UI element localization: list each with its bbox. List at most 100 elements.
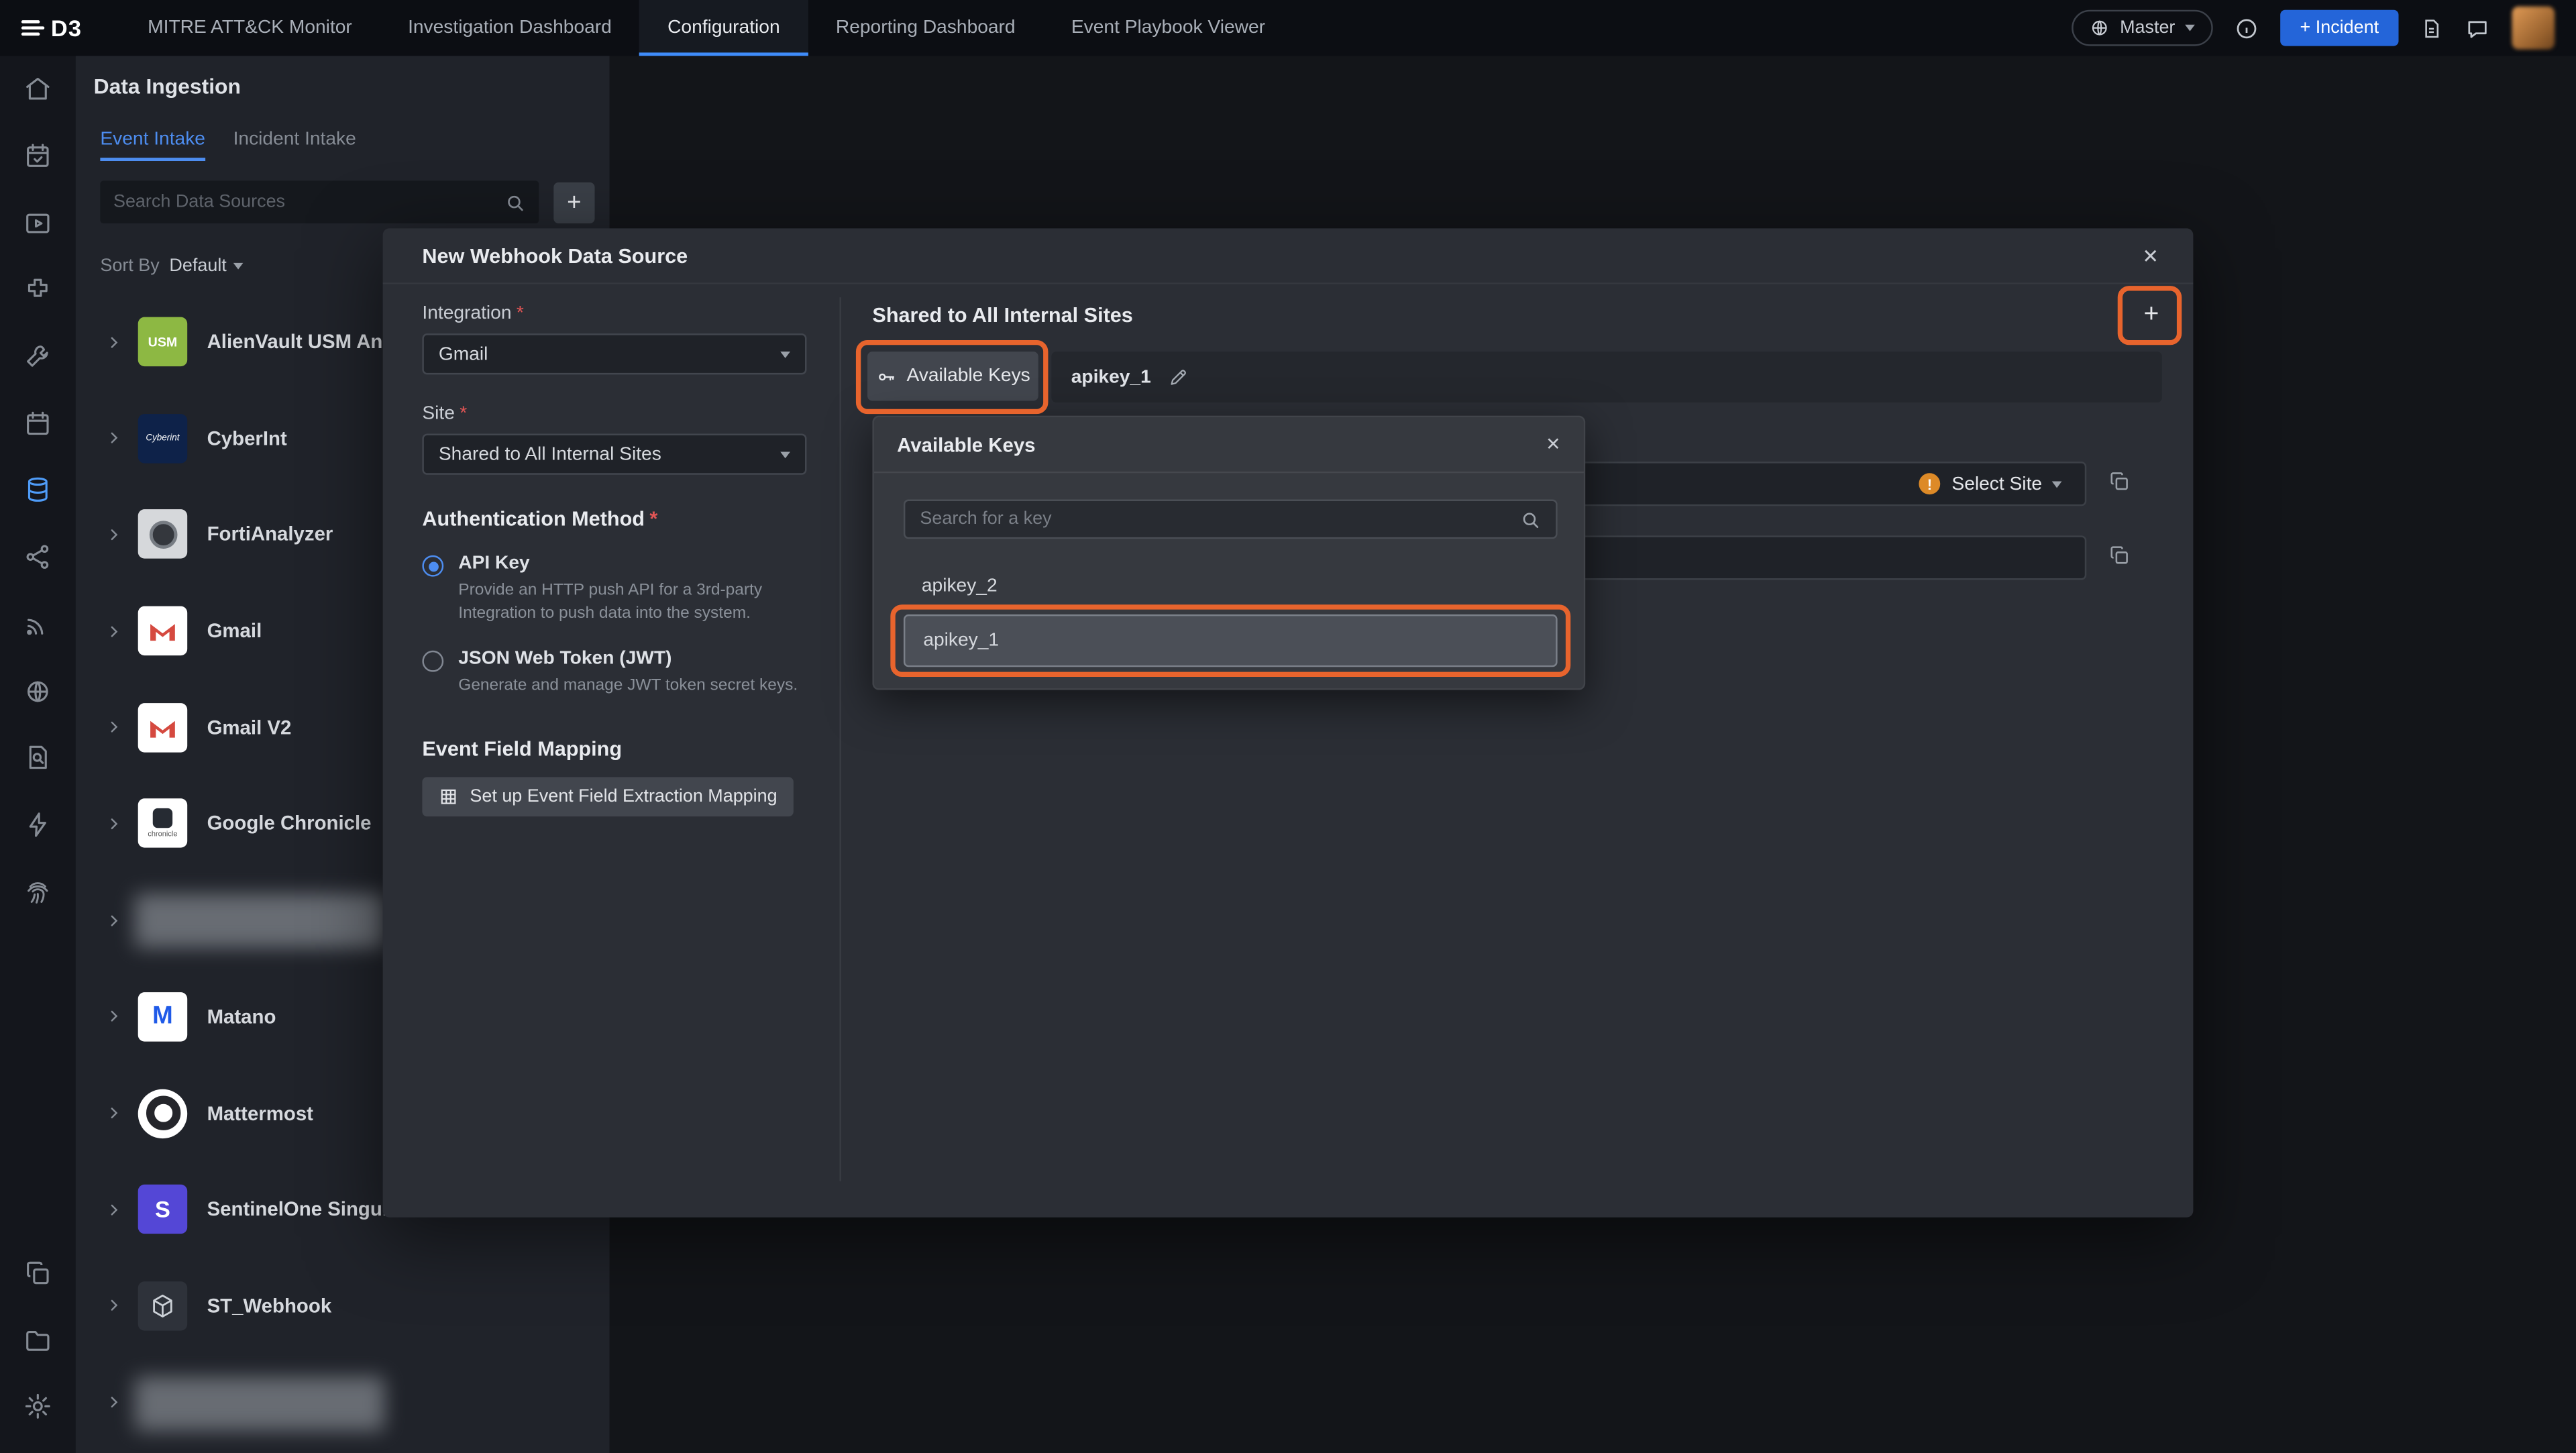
- alienvault-logo: USM: [138, 317, 187, 366]
- new-incident-button[interactable]: + Incident: [2280, 10, 2398, 46]
- top-right-controls: Master + Incident: [2072, 7, 2576, 50]
- nav-item-investigation-dashboard[interactable]: Investigation Dashboard: [380, 0, 639, 56]
- fortianalyzer-logo: [138, 510, 187, 559]
- left-sidebar: [0, 56, 76, 1453]
- nav-item-event-playbook-viewer[interactable]: Event Playbook Viewer: [1043, 0, 1293, 56]
- integrations-icon[interactable]: [0, 256, 76, 323]
- file-manager-icon[interactable]: [0, 1306, 76, 1373]
- web-icon[interactable]: [0, 657, 76, 724]
- source-row-st-webhook[interactable]: ST_Webhook: [76, 1273, 610, 1339]
- tab-event-intake[interactable]: Event Intake: [100, 129, 205, 161]
- available-keys-button[interactable]: Available Keys: [867, 352, 1038, 400]
- search-row: +: [100, 180, 594, 223]
- radio-unselected-icon[interactable]: [422, 651, 443, 672]
- sort-value-dropdown[interactable]: Default: [169, 256, 243, 276]
- cyberint-logo: Cyberint: [138, 413, 187, 462]
- jwt-description: Generate and manage JWT token secret key…: [458, 676, 800, 698]
- redacted-source-blur: [135, 1376, 384, 1430]
- chevron-right-icon: [105, 911, 138, 929]
- d3-logo[interactable]: D3: [0, 15, 103, 41]
- schedule-icon[interactable]: [0, 123, 76, 190]
- gmail-v2-logo: [138, 703, 187, 752]
- playbooks-icon[interactable]: [0, 190, 76, 257]
- auth-option-jwt[interactable]: JSON Web Token (JWT) Generate and manage…: [422, 649, 806, 697]
- document-icon[interactable]: [2420, 15, 2443, 40]
- fingerprint-icon[interactable]: [0, 858, 76, 925]
- connections-icon[interactable]: [0, 524, 76, 591]
- user-avatar[interactable]: [2512, 7, 2555, 50]
- chevron-right-icon: [105, 429, 138, 447]
- new-webhook-modal: New Webhook Data Source ✕ Integration* G…: [383, 228, 2194, 1217]
- caret-down-icon: [780, 351, 790, 358]
- tab-incident-intake[interactable]: Incident Intake: [233, 129, 356, 161]
- search-icon: [1519, 508, 1541, 530]
- sort-by-label: Sort By: [100, 256, 159, 276]
- utilities-icon[interactable]: [0, 323, 76, 390]
- data-source-search-input[interactable]: [113, 193, 504, 212]
- sentinelone-logo: S: [138, 1185, 187, 1234]
- chevron-right-icon: [105, 718, 138, 737]
- globe-icon: [2090, 18, 2110, 38]
- master-site-selector[interactable]: Master: [2072, 10, 2213, 46]
- required-marker: *: [649, 508, 657, 531]
- modal-divider: [839, 297, 841, 1181]
- jwt-label: JSON Web Token (JWT): [458, 649, 800, 668]
- nav-item-reporting-dashboard[interactable]: Reporting Dashboard: [808, 0, 1043, 56]
- key-search-input[interactable]: [920, 509, 1519, 529]
- setup-field-mapping-button[interactable]: Set up Event Field Extraction Mapping: [422, 776, 794, 816]
- key-item-apikey-2[interactable]: apikey_2: [904, 570, 1558, 603]
- d3-logo-icon: [21, 16, 46, 39]
- chat-icon[interactable]: [2464, 15, 2490, 40]
- key-item-apikey-1[interactable]: apikey_1: [904, 614, 1558, 667]
- chevron-right-icon: [105, 333, 138, 351]
- selected-key-row: apikey_1: [1051, 352, 2162, 402]
- integration-select[interactable]: Gmail: [422, 333, 806, 374]
- calendar-icon[interactable]: [0, 390, 76, 457]
- chevron-right-icon: [105, 1297, 138, 1315]
- add-data-source-button[interactable]: +: [553, 182, 594, 223]
- nav-item-mitre-monitor[interactable]: MITRE ATT&CK Monitor: [120, 0, 380, 56]
- select-site-dropdown[interactable]: Select Site: [1951, 474, 2061, 494]
- signal-icon[interactable]: [0, 590, 76, 657]
- radio-selected-icon[interactable]: [422, 555, 443, 577]
- page-title: Data Ingestion: [94, 74, 241, 99]
- warning-icon: !: [1919, 473, 1940, 494]
- intake-tabs: Event Intake Incident Intake: [100, 129, 356, 161]
- info-icon[interactable]: [2235, 15, 2259, 40]
- key-search-box: [904, 499, 1558, 539]
- caret-down-icon: [233, 263, 244, 270]
- popup-close-icon[interactable]: ✕: [1546, 434, 1561, 455]
- source-row-redacted-2[interactable]: [76, 1369, 610, 1435]
- search-report-icon[interactable]: [0, 724, 76, 792]
- caret-down-icon: [2052, 480, 2062, 487]
- chevron-right-icon: [105, 1008, 138, 1026]
- settings-gear-icon[interactable]: [0, 1373, 76, 1440]
- modal-title: New Webhook Data Source: [422, 244, 688, 267]
- nav-item-configuration[interactable]: Configuration: [639, 0, 808, 56]
- auth-method-heading: Authentication Method*: [422, 508, 806, 531]
- matano-logo: M: [138, 992, 187, 1041]
- copy-icon[interactable]: [2108, 470, 2131, 492]
- popup-title: Available Keys: [897, 433, 1035, 455]
- required-marker: *: [460, 404, 467, 423]
- copy-icon[interactable]: [2108, 544, 2131, 567]
- top-nav-menu: MITRE ATT&CK Monitor Investigation Dashb…: [120, 0, 1293, 56]
- integration-label: Integration*: [422, 304, 806, 323]
- add-key-button[interactable]: +: [2129, 296, 2174, 335]
- chevron-right-icon: [105, 1393, 138, 1411]
- grid-icon: [439, 786, 458, 806]
- required-marker: *: [517, 304, 524, 323]
- automation-icon[interactable]: [0, 791, 76, 858]
- modal-close-icon[interactable]: ✕: [2142, 244, 2159, 267]
- modal-left-form: Integration* Gmail Site* Shared to All I…: [422, 304, 806, 816]
- data-ingestion-icon[interactable]: [0, 457, 76, 524]
- edit-pencil-icon[interactable]: [1167, 366, 1189, 388]
- site-select[interactable]: Shared to All Internal Sites: [422, 434, 806, 475]
- home-icon[interactable]: [0, 56, 76, 123]
- chevron-right-icon: [105, 525, 138, 543]
- modal-header: New Webhook Data Source ✕: [383, 228, 2194, 284]
- copy-pages-icon[interactable]: [0, 1240, 76, 1307]
- chronicle-logo: chronicle: [138, 799, 187, 848]
- auth-option-api-key[interactable]: API Key Provide an HTTP push API for a 3…: [422, 553, 806, 624]
- api-key-label: API Key: [458, 553, 800, 573]
